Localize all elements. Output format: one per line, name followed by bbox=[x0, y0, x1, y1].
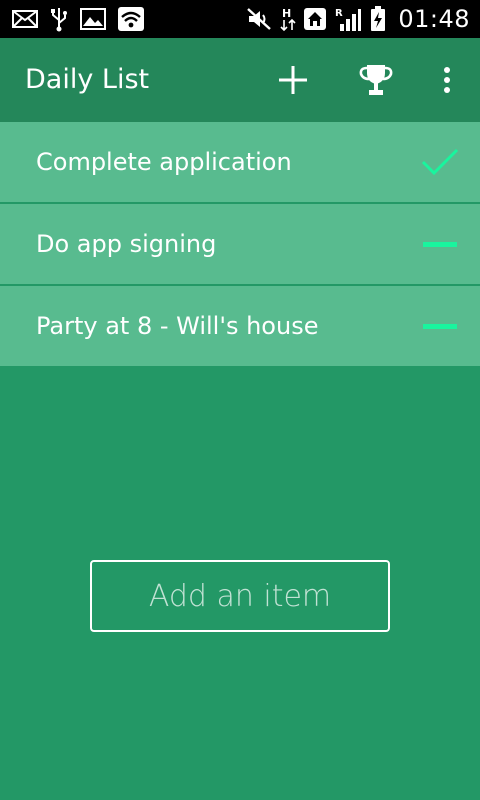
todo-list: Complete application Do app signing Part… bbox=[0, 122, 480, 368]
status-left-icons bbox=[12, 6, 144, 32]
overflow-menu-icon bbox=[444, 67, 450, 93]
mail-icon bbox=[12, 9, 38, 29]
dash-icon[interactable] bbox=[420, 224, 460, 264]
add-button[interactable] bbox=[271, 58, 315, 102]
signal-r-icon: R bbox=[334, 6, 362, 32]
overflow-menu-button[interactable] bbox=[425, 58, 469, 102]
mute-icon bbox=[246, 7, 272, 31]
list-item[interactable]: Complete application bbox=[0, 122, 480, 202]
trophy-icon bbox=[359, 65, 393, 95]
dash-icon[interactable] bbox=[420, 306, 460, 346]
add-icon bbox=[279, 66, 307, 94]
list-item[interactable]: Do app signing bbox=[0, 204, 480, 284]
image-icon bbox=[80, 8, 106, 30]
status-time: 01:48 bbox=[398, 5, 470, 33]
usb-icon bbox=[50, 6, 68, 32]
status-right-icons: H R 01:48 bbox=[246, 5, 470, 33]
battery-charging-icon bbox=[370, 6, 386, 32]
wifi-icon bbox=[118, 7, 144, 31]
list-item-label: Party at 8 - Will's house bbox=[36, 312, 319, 340]
status-bar: H R 01:48 bbox=[0, 0, 480, 38]
checkmark-icon[interactable] bbox=[420, 142, 460, 182]
list-item-label: Complete application bbox=[36, 148, 292, 176]
app-bar: Daily List bbox=[0, 38, 480, 122]
trophy-button[interactable] bbox=[354, 58, 398, 102]
list-item[interactable]: Party at 8 - Will's house bbox=[0, 286, 480, 366]
data-h-icon: H bbox=[280, 6, 296, 32]
svg-text:R: R bbox=[335, 8, 343, 19]
app-title: Daily List bbox=[25, 64, 150, 95]
add-item-button[interactable]: Add an item bbox=[90, 560, 390, 632]
svg-text:H: H bbox=[282, 7, 291, 20]
list-item-label: Do app signing bbox=[36, 230, 217, 258]
home-icon bbox=[304, 8, 327, 30]
